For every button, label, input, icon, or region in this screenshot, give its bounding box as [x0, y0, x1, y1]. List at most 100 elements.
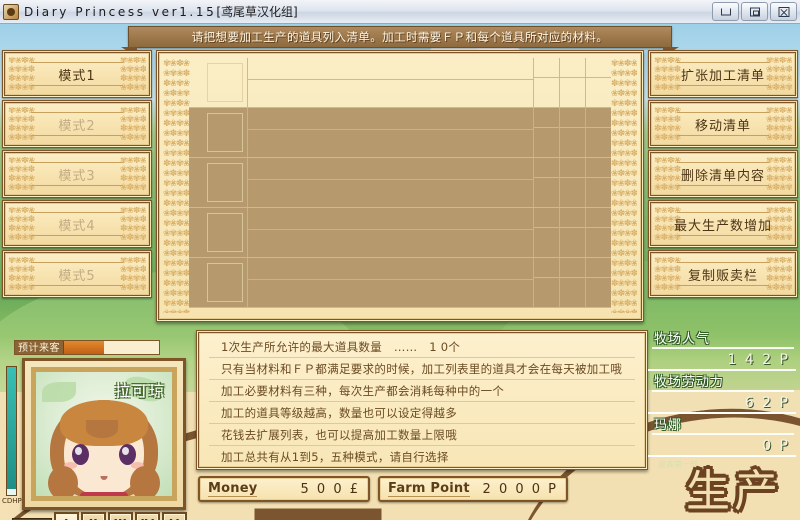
flower-ornament-icon: ✾❀✽❀ ❀✾❀✽ ✽❀✾❀ ❀✽❀✾ ✾❀✽❀ ❀✾❀✽ ✽❀✾❀ ❀✽❀✾ ✾❀✽❀ ❀✾❀✽… [610, 59, 637, 313]
divider [677, 262, 769, 263]
move-list-button[interactable]: ✾❀✽❀ ❀✾❀✽ ✽❀✾❀ ❀✽❀✾ 移动清单 ✾❀✽❀ ❀✾❀✽ ✽❀✾❀ ❀✽❀✾ [648, 100, 798, 148]
divider [677, 212, 769, 213]
expand-craft-list-button[interactable]: ✾❀✽❀ ❀✾❀✽ ✽❀✾❀ ❀✽❀✾ 扩张加工清单 ✾❀✽❀ ❀✾❀✽ ✽❀✾❀ ❀✽❀✾ [648, 50, 798, 98]
mode-button-5-label: 模式5 [58, 268, 96, 284]
divider [31, 162, 123, 163]
window-title: Diary Princess ver1.15[鸢尾草汉化组] [24, 3, 298, 20]
craft-item-slot[interactable] [207, 113, 243, 152]
craft-item-slot[interactable] [207, 63, 243, 102]
window-title-tag: [鸢尾草汉化组] [216, 5, 298, 19]
craft-item-slot[interactable] [207, 163, 243, 202]
expected-guests-track [64, 341, 159, 354]
craft-item-name [247, 158, 533, 207]
instruction-banner-text: 请把想要加工生产的道具列入清单。加工时需要ＦＰ和每个道具所对应的材料。 [191, 30, 609, 44]
window-titlebar: Diary Princess ver1.15[鸢尾草汉化组] [0, 0, 800, 24]
craft-item-name [247, 58, 533, 107]
stats-panel: 牧场人气 1 4 2 P 牧场劳动力 6 2 P 玛娜 0 P 最高第一部 [648, 330, 796, 470]
craft-item-col-1 [533, 158, 559, 207]
instruction-banner: 请把想要加工生产的道具列入清单。加工时需要ＦＰ和每个道具所对应的材料。 [128, 26, 672, 48]
craft-item-slot[interactable] [207, 263, 243, 302]
increase-max-production-label: 最大生产数增加 [673, 218, 772, 234]
hair-curl-left [48, 466, 78, 496]
table-row[interactable] [189, 58, 611, 108]
craft-item-col-1 [533, 258, 559, 307]
maximize-icon [749, 7, 760, 16]
divider [677, 235, 769, 236]
window-controls [712, 2, 797, 21]
craft-item-col-2 [559, 208, 585, 257]
window-title-text: Diary Princess ver1.15 [24, 5, 217, 19]
item-slot-4[interactable]: IV [134, 512, 160, 520]
divider [31, 135, 123, 136]
copy-sell-column-button[interactable]: ✾❀✽❀ ❀✾❀✽ ✽❀✾❀ ❀✽❀✾ 复制贩卖栏 ✾❀✽❀ ❀✾❀✽ ✽❀✾❀ ❀✽❀✾ [648, 250, 798, 298]
maximize-button[interactable] [741, 2, 768, 21]
craft-item-col-2 [559, 258, 585, 307]
craft-item-name [247, 108, 533, 157]
divider [677, 185, 769, 186]
mode-button-3[interactable]: ✾❀✽❀ ❀✾❀✽ ✽❀✾❀ ❀✽❀✾ 模式3 ✾❀✽❀ ❀✾❀✽ ✽❀✾❀ ❀✽❀✾ [2, 150, 152, 198]
table-row[interactable] [189, 208, 611, 258]
divider [677, 85, 769, 86]
table-row[interactable] [189, 258, 611, 308]
expected-guests-fill [64, 341, 104, 354]
minimize-button[interactable] [712, 2, 739, 21]
delete-list-content-button[interactable]: ✾❀✽❀ ❀✾❀✽ ✽❀✾❀ ❀✽❀✾ 删除清单内容 ✾❀✽❀ ❀✾❀✽ ✽❀✾❀ ❀✽❀✾ [648, 150, 798, 198]
item-slot-5[interactable]: V [161, 512, 187, 520]
mode-button-5[interactable]: ✾❀✽❀ ❀✾❀✽ ✽❀✾❀ ❀✽❀✾ 模式5 ✾❀✽❀ ❀✾❀✽ ✽❀✾❀ ❀✽❀✾ [2, 250, 152, 298]
mode-button-1[interactable]: ✾❀✽❀ ❀✾❀✽ ✽❀✾❀ ❀✽❀✾ 模式1 ✾❀✽❀ ❀✾❀✽ ✽❀✾❀ ❀✽❀✾ [2, 50, 152, 98]
mode-button-3-label: 模式3 [58, 168, 96, 184]
money-label: Money [208, 481, 258, 497]
expected-guests-bar: 预计来客 [14, 340, 160, 355]
craft-item-col-3 [585, 58, 611, 107]
money-display: Money 5 0 0 £ [198, 476, 370, 502]
hp-bar [6, 366, 17, 496]
craft-item-col-3 [585, 158, 611, 207]
mode-button-2[interactable]: ✾❀✽❀ ❀✾❀✽ ✽❀✾❀ ❀✽❀✾ 模式2 ✾❀✽❀ ❀✾❀✽ ✽❀✾❀ ❀✽❀✾ [2, 100, 152, 148]
item-slot-2[interactable]: II [80, 512, 106, 520]
stat-labor-value: 6 2 P [648, 393, 796, 414]
farm-point-display: Farm Point 2 0 0 0 P [378, 476, 568, 502]
close-icon [778, 6, 789, 17]
table-row[interactable] [189, 158, 611, 208]
info-line-4: 加工的道具等级越高，数量也可以设定得越多 [209, 402, 635, 424]
money-value: 5 0 0 £ [300, 481, 360, 497]
craft-item-col-2 [559, 108, 585, 157]
stat-labor-label: 牧场劳动力 [648, 373, 796, 393]
divider [31, 62, 123, 63]
stat-popularity-value: 1 4 2 P [648, 350, 796, 371]
character-name: 拉可琼 [114, 382, 166, 400]
expected-guests-label: 预计来客 [15, 341, 64, 354]
collar [80, 492, 128, 496]
divider [677, 162, 769, 163]
stat-mana: 玛娜 0 P [648, 416, 796, 457]
close-button[interactable] [770, 2, 797, 21]
craft-item-col-1 [533, 58, 559, 107]
divider [31, 212, 123, 213]
copy-sell-column-label: 复制贩卖栏 [687, 268, 758, 284]
mode-button-4[interactable]: ✾❀✽❀ ❀✾❀✽ ✽❀✾❀ ❀✽❀✾ 模式4 ✾❀✽❀ ❀✾❀✽ ✽❀✾❀ ❀✽❀✾ [2, 200, 152, 248]
divider [31, 262, 123, 263]
divider [31, 285, 123, 286]
character-portrait[interactable]: 拉可琼 [22, 358, 186, 510]
craft-item-col-1 [533, 208, 559, 257]
item-slot-3[interactable]: III [107, 512, 133, 520]
increase-max-production-button[interactable]: ✾❀✽❀ ❀✾❀✽ ✽❀✾❀ ❀✽❀✾ 最大生产数增加 ✾❀✽❀ ❀✾❀✽ ✽❀✾❀ ❀✽❀… [648, 200, 798, 248]
divider [677, 285, 769, 286]
info-line-3: 加工必要材料有三种，每次生产都会消耗每种中的一个 [209, 380, 635, 402]
hair-bangs [60, 400, 148, 446]
craft-item-slot[interactable] [207, 213, 243, 252]
stat-popularity-label: 牧场人气 [648, 330, 796, 350]
divider [677, 62, 769, 63]
item-slot-1[interactable]: I [53, 512, 79, 520]
craft-item-col-1 [533, 108, 559, 157]
table-row[interactable] [189, 108, 611, 158]
application-window: Diary Princess ver1.15[鸢尾草汉化组] 请把想要加工生产的… [0, 0, 800, 520]
app-icon [3, 3, 19, 20]
delete-list-content-label: 删除清单内容 [680, 168, 765, 184]
craft-item-name [247, 208, 533, 257]
craft-item-col-2 [559, 158, 585, 207]
craft-item-name [247, 258, 533, 307]
farm-point-label: Farm Point [388, 481, 470, 497]
craft-item-col-3 [585, 208, 611, 257]
stat-mana-value: 0 P [648, 436, 796, 457]
